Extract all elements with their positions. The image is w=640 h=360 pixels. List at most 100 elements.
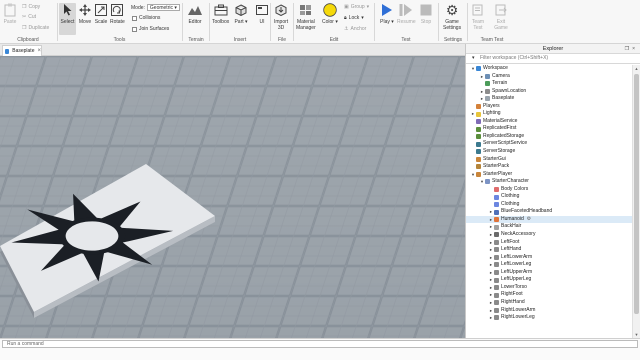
tree-item[interactable]: ▾ StarterCharacter bbox=[466, 178, 632, 186]
tree-item-label: LeftUpperLeg bbox=[501, 276, 532, 283]
tree-item[interactable]: Body Colors bbox=[466, 186, 632, 194]
tree-item[interactable]: ReplicatedStorage bbox=[466, 133, 632, 141]
tools-group-label: Tools bbox=[113, 37, 126, 43]
cut-icon: ✂ bbox=[22, 14, 27, 20]
scroll-down-icon[interactable]: ▼ bbox=[633, 332, 640, 337]
tab-baseplate[interactable]: Baseplate × bbox=[2, 45, 42, 56]
3d-viewport[interactable] bbox=[0, 56, 465, 338]
tree-item[interactable]: Players bbox=[466, 103, 632, 111]
instance-class-icon bbox=[494, 224, 499, 230]
tree-item[interactable]: ServerStorage bbox=[466, 148, 632, 156]
tree-item[interactable]: ▸ LeftLowerLeg bbox=[466, 261, 632, 269]
cut-button[interactable]: ✂ Cut bbox=[22, 14, 36, 20]
rotate-tool-button[interactable]: Rotate bbox=[110, 3, 125, 25]
tree-item[interactable]: ▸ BackHair bbox=[466, 223, 632, 231]
chevron-down-icon[interactable]: ▾ bbox=[472, 54, 475, 63]
color-button[interactable]: Color ▾ bbox=[322, 3, 338, 25]
terrain-editor-button[interactable]: Editor bbox=[188, 3, 202, 25]
paste-button[interactable]: Paste bbox=[3, 3, 17, 25]
tree-item[interactable]: ▸ RightHand bbox=[466, 299, 632, 307]
tree-item[interactable]: ▸ LeftUpperLeg bbox=[466, 276, 632, 284]
command-input[interactable] bbox=[2, 340, 638, 348]
gear-icon[interactable]: ⚙ bbox=[527, 216, 531, 224]
team-test-group: Team Test Exit Game Team Test bbox=[468, 0, 516, 44]
part-button[interactable]: Part ▾ bbox=[234, 3, 248, 25]
collisions-checkbox[interactable] bbox=[132, 15, 137, 21]
tree-item[interactable]: Clothing bbox=[466, 201, 632, 209]
tree-item[interactable]: StarterGui bbox=[466, 156, 632, 164]
tree-item-label: LeftHand bbox=[501, 246, 522, 253]
move-tool-button[interactable]: Move bbox=[78, 3, 92, 25]
mode-selector[interactable]: Mode: Geometric ▾ bbox=[131, 4, 180, 11]
terrain-editor-icon bbox=[188, 3, 202, 17]
tree-item-label: RightLowerArm bbox=[501, 306, 536, 313]
join-surfaces-toggle[interactable]: Join Surfaces bbox=[132, 26, 169, 32]
select-label: Select bbox=[60, 19, 75, 25]
tree-item-label: Workspace bbox=[483, 65, 508, 71]
duplicate-button[interactable]: ❐ Duplicate bbox=[22, 25, 49, 31]
select-tool-button[interactable]: Select bbox=[59, 3, 76, 35]
close-tab-icon[interactable]: × bbox=[37, 48, 41, 54]
tree-item[interactable]: ▸ LeftLowerArm bbox=[466, 254, 632, 262]
tree-item[interactable]: MaterialService bbox=[466, 118, 632, 126]
tree-item[interactable]: ▸ LowerTorso bbox=[466, 284, 632, 292]
group-button[interactable]: ▣ Group ▾ bbox=[344, 4, 369, 10]
stop-button[interactable]: Stop bbox=[419, 3, 433, 25]
tree-item[interactable]: ▸ NeckAccessory bbox=[466, 231, 632, 239]
explorer-panel: Explorer ❐× ▾ Filter workspace (Ctrl+Shi… bbox=[465, 44, 640, 338]
ui-button[interactable]: UI bbox=[255, 3, 269, 25]
tree-item[interactable]: ▸ RightLowerLeg bbox=[466, 314, 632, 322]
resume-button[interactable]: Resume bbox=[397, 3, 416, 25]
tree-item[interactable]: ▾ Workspace bbox=[466, 65, 632, 73]
exit-game-label-2: Game bbox=[494, 25, 508, 31]
tools-group: Select Move Scale Rotate Mode: Geometric… bbox=[58, 0, 181, 44]
tree-item[interactable]: ▸ BlueFacetedHeadband bbox=[466, 208, 632, 216]
tree-item-label: NeckAccessory bbox=[501, 231, 536, 238]
restore-icon[interactable]: ❐ bbox=[625, 46, 632, 52]
exit-game-button[interactable]: Exit Game bbox=[494, 3, 508, 31]
tree-item[interactable]: ▸ LeftUpperArm bbox=[466, 269, 632, 277]
instance-class-icon bbox=[485, 179, 490, 185]
instance-class-icon bbox=[494, 217, 499, 223]
scale-tool-button[interactable]: Scale bbox=[94, 3, 108, 25]
explorer-window-controls: ❐× bbox=[625, 44, 638, 54]
tree-item[interactable]: ▸ RightLowerArm bbox=[466, 307, 632, 315]
scroll-up-icon[interactable]: ▲ bbox=[633, 66, 640, 71]
tree-item[interactable]: ▸ Humanoid ⚙ bbox=[466, 215, 632, 224]
tree-item[interactable]: ServerScriptService bbox=[466, 140, 632, 148]
mode-dropdown[interactable]: Geometric ▾ bbox=[146, 4, 180, 11]
tree-item[interactable]: ▸ LeftHand bbox=[466, 246, 632, 254]
explorer-scrollbar[interactable]: ▲ ▼ bbox=[632, 65, 640, 338]
tree-item[interactable]: StarterPack bbox=[466, 163, 632, 171]
game-settings-button[interactable]: ⚙ Game Settings bbox=[443, 2, 461, 32]
close-icon[interactable]: × bbox=[632, 46, 638, 52]
anchor-button[interactable]: ⚓︎ Anchor bbox=[344, 26, 366, 32]
copy-button[interactable]: ❐ Copy bbox=[22, 4, 40, 10]
tree-item[interactable]: ▸ Baseplate bbox=[466, 95, 632, 103]
tree-item[interactable]: ▸ LeftFoot bbox=[466, 239, 632, 247]
material-manager-button[interactable]: Material Manager bbox=[296, 3, 316, 31]
copy-icon: ❐ bbox=[22, 4, 27, 10]
tree-item[interactable]: ▸ Lighting bbox=[466, 110, 632, 118]
play-button[interactable]: Play ▾ bbox=[380, 3, 394, 25]
mode-value: Geometric bbox=[149, 5, 173, 11]
tree-item[interactable]: ReplicatedFirst bbox=[466, 125, 632, 133]
collisions-toggle[interactable]: Collisions bbox=[132, 15, 160, 21]
lock-button[interactable]: 🔒︎ Lock ▾ bbox=[344, 15, 364, 21]
join-surfaces-checkbox[interactable] bbox=[132, 26, 137, 32]
ribbon-toolbar: Paste ❐ Copy ✂ Cut ❐ Duplicate Clipboard Se… bbox=[0, 0, 640, 44]
import-3d-button[interactable]: Import 3D bbox=[274, 3, 288, 31]
chevron-down-icon: ▾ bbox=[361, 15, 364, 21]
scrollbar-thumb[interactable] bbox=[634, 74, 639, 314]
team-test-button[interactable]: Team Test bbox=[471, 3, 485, 31]
tree-item[interactable]: ▸ Camera bbox=[466, 73, 632, 81]
toolbox-button[interactable]: Toolbox bbox=[212, 3, 229, 25]
explorer-filter-bar[interactable]: ▾ Filter workspace (Ctrl+Shift+X) bbox=[466, 54, 640, 64]
tree-item[interactable]: ▸ SpawnLocation bbox=[466, 88, 632, 96]
tree-item[interactable]: ▾ StarterPlayer bbox=[466, 171, 632, 179]
tree-item[interactable]: ▸ RightFoot bbox=[466, 291, 632, 299]
part-cube-icon bbox=[234, 3, 248, 17]
tree-item[interactable]: Clothing bbox=[466, 193, 632, 201]
tree-item[interactable]: Terrain bbox=[466, 80, 632, 88]
chevron-down-icon: ▾ bbox=[174, 5, 177, 11]
